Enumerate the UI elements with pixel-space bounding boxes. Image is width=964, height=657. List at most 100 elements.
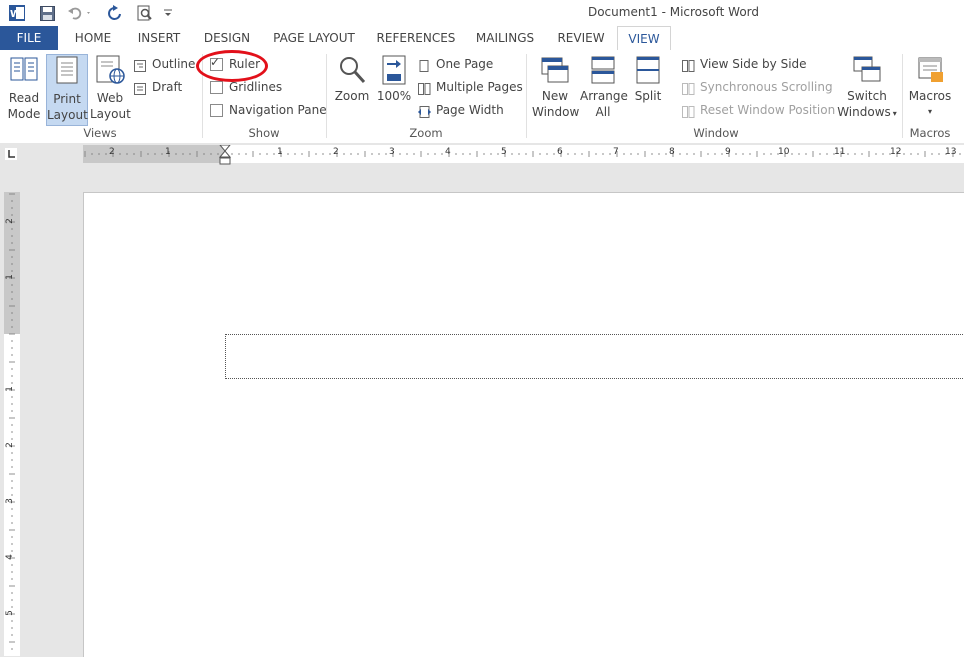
navigation-pane-checkbox[interactable]: Navigation Pane bbox=[210, 100, 327, 120]
view-side-by-side-button[interactable]: View Side by Side bbox=[682, 54, 807, 74]
synchronous-scrolling-button[interactable]: Synchronous Scrolling bbox=[682, 77, 833, 97]
web-layout-button[interactable]: Web Layout bbox=[90, 54, 131, 124]
page-width-label: Page Width bbox=[436, 103, 504, 117]
ruler-number: 3 bbox=[4, 498, 15, 504]
title-bar: W Document1 - Microsoft Word bbox=[0, 0, 964, 26]
web-layout-label-1: Web bbox=[96, 91, 124, 105]
outline-button[interactable]: Outline bbox=[134, 54, 195, 74]
read-mode-icon bbox=[4, 54, 44, 88]
indent-marker-icon[interactable] bbox=[218, 144, 232, 165]
outline-icon bbox=[134, 58, 146, 72]
reset-window-position-button[interactable]: Reset Window Position bbox=[682, 100, 835, 120]
print-layout-icon bbox=[47, 55, 87, 89]
views-group-label: Views bbox=[83, 126, 117, 140]
navigation-pane-label: Navigation Pane bbox=[229, 103, 327, 117]
switch-windows-label-1: Switch bbox=[847, 89, 887, 103]
ruler-number: 4 bbox=[4, 554, 15, 560]
arrange-all-button[interactable]: Arrange All bbox=[580, 54, 628, 124]
ruler-number: 5 bbox=[501, 147, 507, 157]
vertical-ruler[interactable]: 2 1 1 2 3 4 5 bbox=[4, 192, 20, 656]
new-window-label-1: New bbox=[541, 89, 569, 103]
multiple-pages-icon bbox=[418, 81, 431, 95]
group-separator bbox=[326, 54, 327, 138]
show-group-label: Show bbox=[248, 126, 280, 140]
highlight-circle bbox=[196, 50, 268, 82]
ruler-number: 2 bbox=[333, 147, 339, 157]
tab-home[interactable]: HOME bbox=[64, 26, 122, 50]
read-mode-label-1: Read bbox=[8, 91, 40, 105]
arrange-all-label-1: Arrange bbox=[580, 89, 628, 103]
switch-windows-label-2: Windows bbox=[837, 105, 891, 119]
switch-windows-button[interactable]: Switch Windows ▾ bbox=[836, 54, 898, 124]
web-layout-icon bbox=[90, 54, 130, 88]
ruler-number: 1 bbox=[277, 147, 283, 157]
read-mode-button[interactable]: Read Mode bbox=[4, 54, 44, 124]
horizontal-ruler[interactable]: 2 1 1 2 3 4 5 6 7 8 9 10 11 12 13 bbox=[83, 144, 964, 165]
print-layout-label-1: Print bbox=[53, 92, 81, 106]
ruler-number: 9 bbox=[725, 147, 731, 157]
ruler-number: 6 bbox=[557, 147, 563, 157]
magnifier-icon bbox=[334, 54, 370, 86]
tab-page-layout[interactable]: PAGE LAYOUT bbox=[266, 26, 362, 50]
document-page[interactable] bbox=[83, 192, 964, 657]
tab-design[interactable]: DESIGN bbox=[198, 26, 256, 50]
ruler-number: 1 bbox=[165, 147, 171, 157]
dropdown-arrow-icon: ▾ bbox=[892, 109, 897, 118]
window-title: Document1 - Microsoft Word bbox=[587, 5, 759, 19]
tab-file[interactable]: FILE bbox=[0, 26, 58, 50]
one-page-button[interactable]: One Page bbox=[418, 54, 493, 74]
ruler-number: 2 bbox=[4, 218, 15, 224]
macros-label: Macros bbox=[908, 89, 952, 103]
gridlines-check-box[interactable] bbox=[210, 80, 223, 94]
tab-references[interactable]: REFERENCES bbox=[372, 26, 460, 50]
arrange-all-icon bbox=[580, 54, 626, 86]
draft-icon bbox=[134, 81, 146, 95]
synchronous-scrolling-label: Synchronous Scrolling bbox=[700, 80, 833, 94]
new-window-label-2: Window bbox=[532, 105, 580, 119]
arrange-all-label-2: All bbox=[595, 105, 611, 119]
ruler-number: 7 bbox=[613, 147, 619, 157]
new-window-button[interactable]: New Window bbox=[532, 54, 580, 124]
macros-icon bbox=[906, 54, 954, 86]
tab-view[interactable]: VIEW bbox=[617, 26, 671, 52]
ruler-number: 4 bbox=[445, 147, 451, 157]
ribbon: Read Mode Print Layout Web Layout Outlin… bbox=[0, 50, 964, 144]
reset-window-position-label: Reset Window Position bbox=[700, 103, 836, 117]
reset-window-icon bbox=[682, 104, 695, 118]
text-box[interactable] bbox=[225, 334, 964, 379]
zoom-button[interactable]: Zoom bbox=[334, 54, 370, 124]
multiple-pages-label: Multiple Pages bbox=[436, 80, 523, 94]
tab-selector-icon[interactable] bbox=[5, 148, 17, 160]
ruler-number: 8 bbox=[669, 147, 675, 157]
ruler-ticks bbox=[84, 151, 961, 157]
ruler-number: 10 bbox=[778, 147, 790, 157]
ruler-number: 3 bbox=[389, 147, 395, 157]
window-group-label: Window bbox=[693, 126, 739, 140]
page-width-button[interactable]: Page Width bbox=[418, 100, 504, 120]
dropdown-arrow-icon: ▾ bbox=[927, 107, 932, 116]
zoom-label: Zoom bbox=[334, 89, 370, 103]
page-width-icon bbox=[418, 104, 431, 118]
ruler-ticks bbox=[9, 193, 15, 650]
navigation-pane-check-box[interactable] bbox=[210, 103, 223, 117]
zoom-100-icon bbox=[376, 54, 412, 86]
ruler-number: 5 bbox=[4, 610, 15, 616]
group-separator bbox=[526, 54, 527, 138]
zoom-100-button[interactable]: 100% bbox=[376, 54, 412, 124]
ruler-number: 12 bbox=[890, 147, 902, 157]
outline-label: Outline bbox=[152, 57, 196, 71]
draft-button[interactable]: Draft bbox=[134, 77, 182, 97]
multiple-pages-button[interactable]: Multiple Pages bbox=[418, 77, 523, 97]
macros-button[interactable]: Macros ▾ bbox=[906, 54, 954, 124]
tab-mailings[interactable]: MAILINGS bbox=[470, 26, 540, 50]
new-window-icon bbox=[532, 54, 578, 86]
split-button[interactable]: Split bbox=[630, 54, 666, 124]
tab-insert[interactable]: INSERT bbox=[130, 26, 188, 50]
ruler-number: 13 bbox=[945, 147, 957, 157]
ruler-number: 11 bbox=[834, 147, 846, 157]
print-layout-button[interactable]: Print Layout bbox=[46, 54, 88, 126]
tab-review[interactable]: REVIEW bbox=[550, 26, 612, 50]
side-by-side-icon bbox=[682, 58, 695, 72]
split-label: Split bbox=[634, 89, 662, 103]
read-mode-label-2: Mode bbox=[7, 107, 41, 121]
